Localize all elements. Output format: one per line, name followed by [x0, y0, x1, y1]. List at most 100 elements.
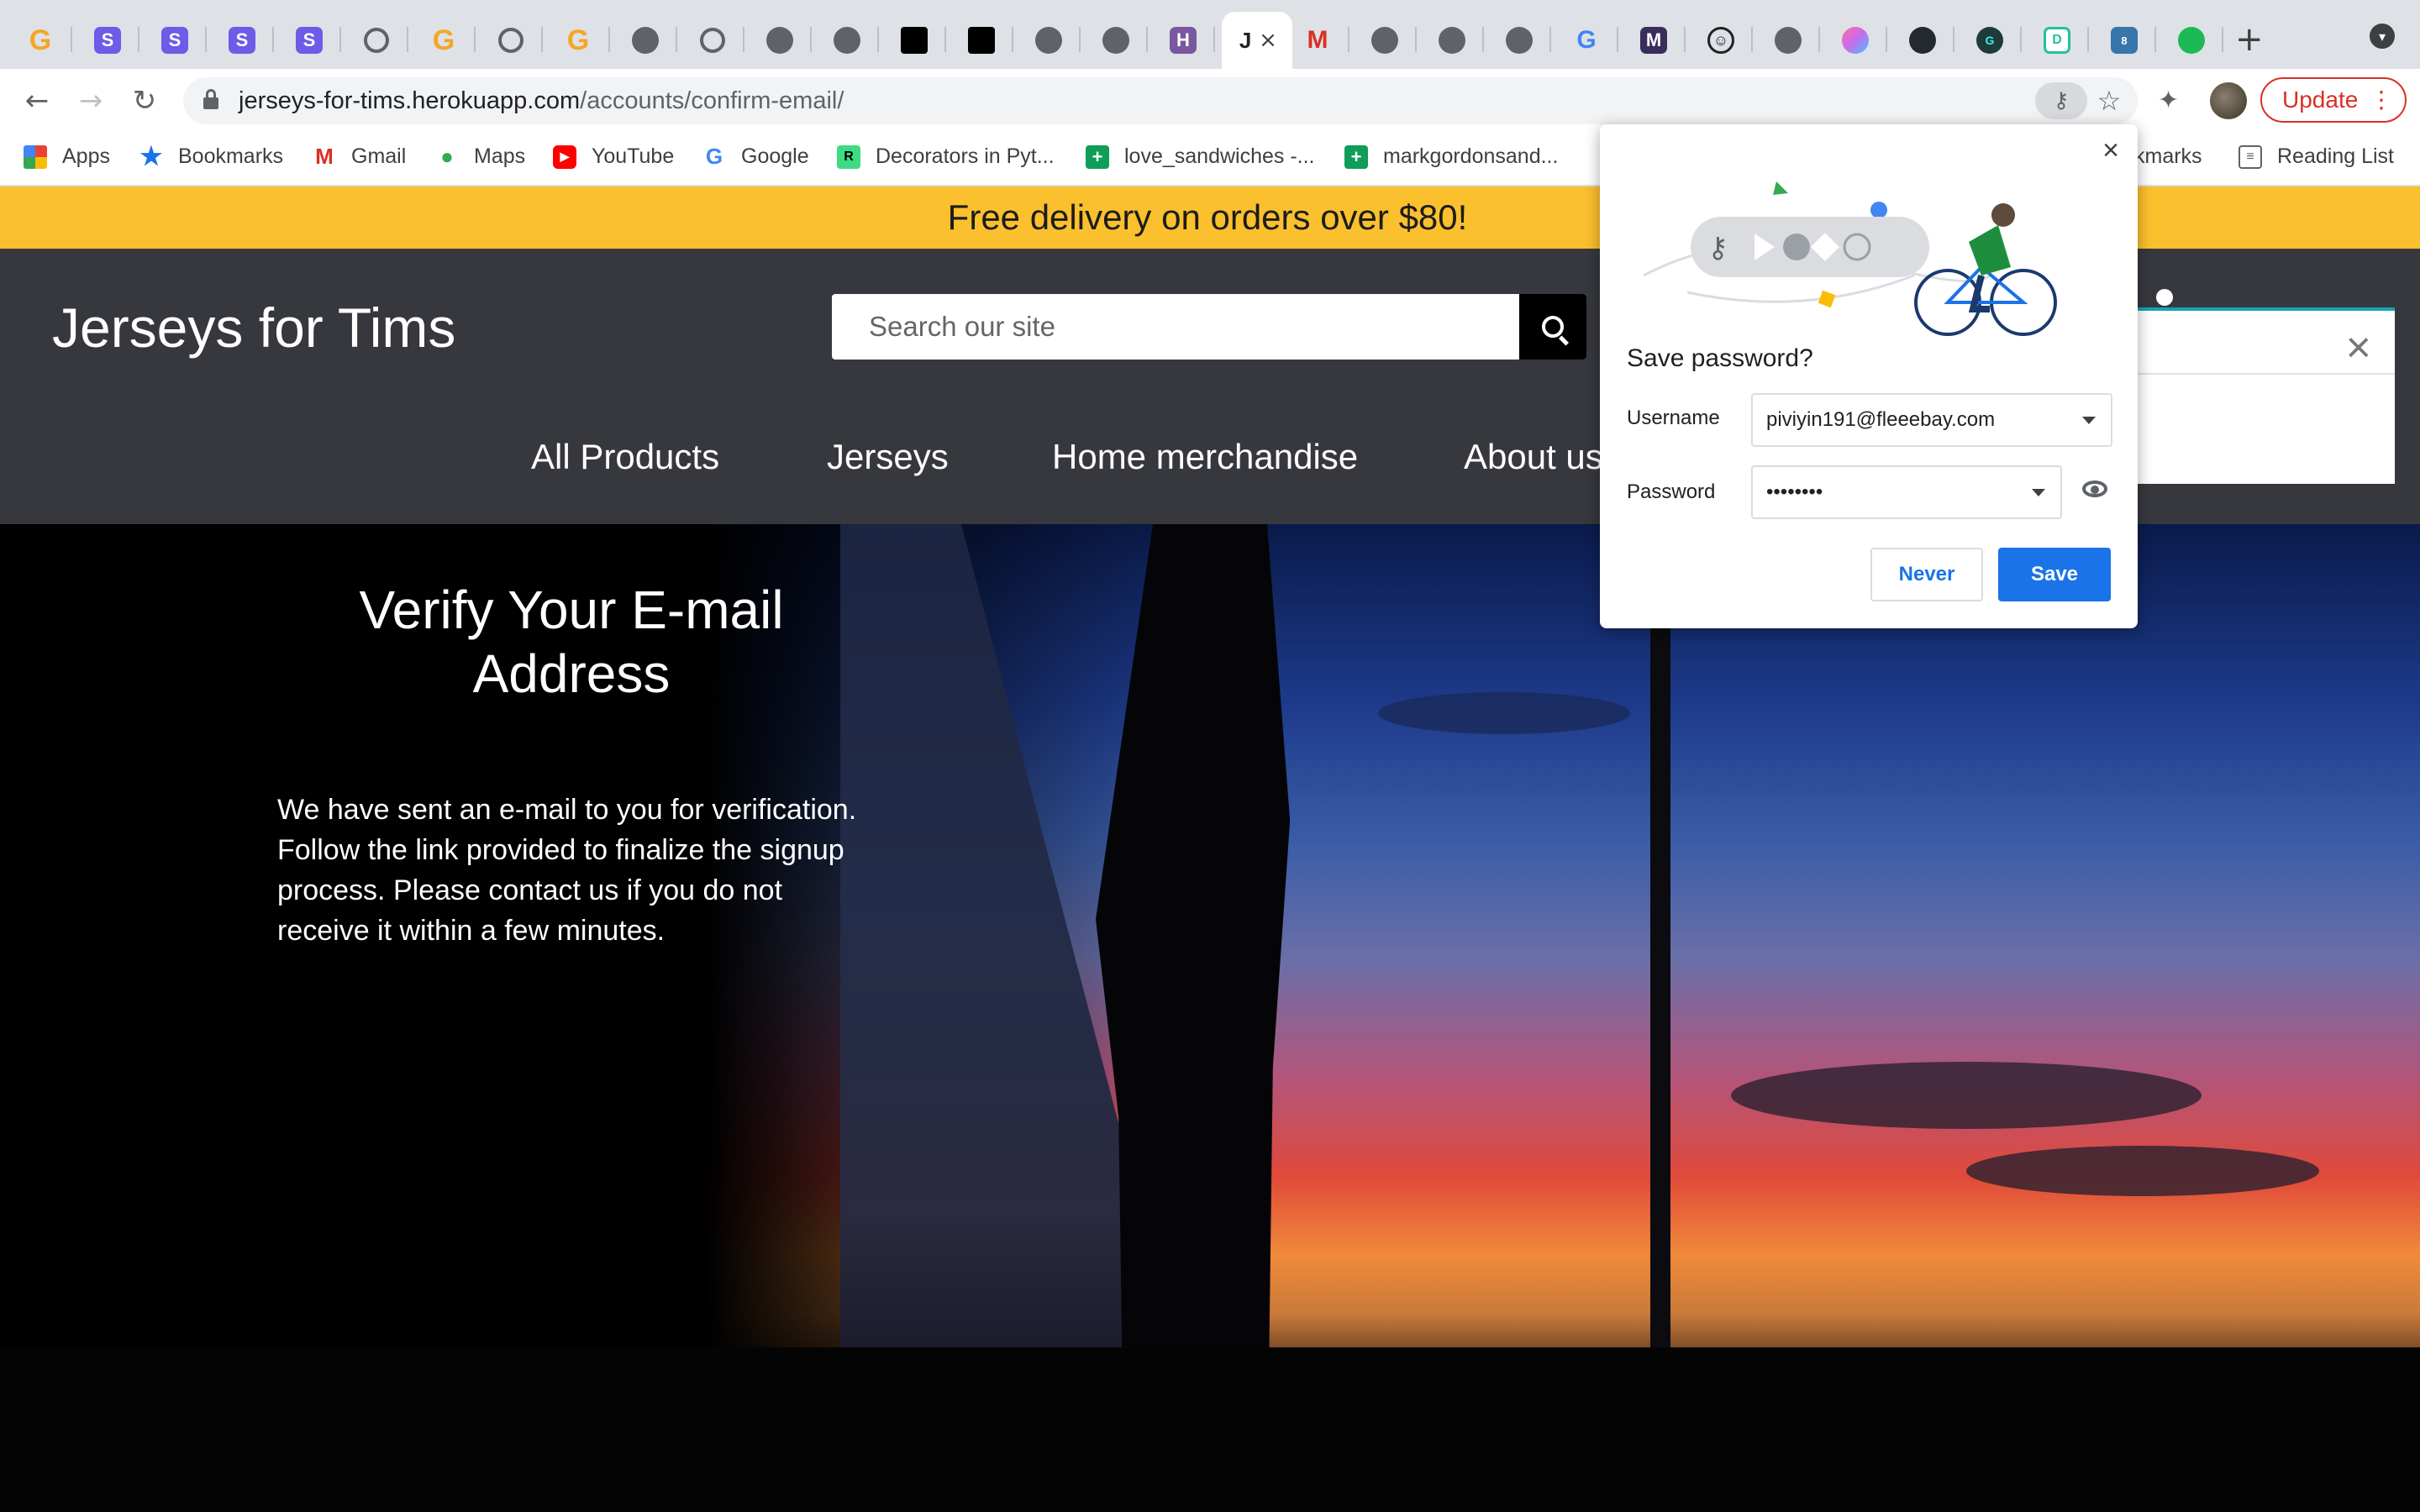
site-icon: R — [837, 144, 860, 169]
spotify-icon — [2178, 27, 2205, 54]
nav-about-us[interactable]: About us — [1464, 437, 1603, 477]
tab-github-2[interactable] — [479, 12, 543, 69]
tab-active[interactable]: J × — [1222, 12, 1292, 69]
tab-s-3[interactable]: S — [210, 12, 274, 69]
password-illustration: ⚷ — [1643, 181, 2057, 336]
tab-heroku[interactable]: H — [1151, 12, 1215, 69]
tab-google[interactable]: G — [1555, 12, 1618, 69]
site-logo[interactable]: Jerseys for Tims — [52, 296, 455, 360]
bookmark-apps[interactable]: Apps — [24, 144, 110, 169]
tab-s-1[interactable]: S — [76, 12, 139, 69]
key-icon[interactable]: ⚷ — [2035, 82, 2087, 119]
url-text[interactable]: jerseys-for-tims.herokuapp.com/accounts/… — [239, 87, 844, 115]
github-icon — [498, 28, 523, 53]
tab-search-icon[interactable]: ▾ — [2370, 24, 2395, 49]
tab-smiley[interactable]: ☺ — [1689, 12, 1753, 69]
tab-github-1[interactable] — [345, 12, 408, 69]
back-icon[interactable]: ← — [18, 82, 55, 119]
stripe-icon: S — [229, 27, 255, 54]
new-tab-icon[interactable]: + — [2235, 20, 2264, 59]
gmail-icon: M — [1307, 26, 1328, 54]
bookmark-star-icon[interactable]: ☆ — [2091, 82, 2128, 119]
lock-icon[interactable] — [203, 89, 218, 109]
bookmark-bookmarks[interactable]: ★ Bookmarks — [139, 143, 284, 171]
tab-globe-9[interactable] — [1756, 12, 1820, 69]
heroku-icon: H — [1170, 27, 1197, 54]
google-icon: G — [1576, 26, 1597, 54]
tab-globe-8[interactable] — [1487, 12, 1551, 69]
globe-icon — [1439, 27, 1465, 54]
tab-globe-1[interactable] — [613, 12, 677, 69]
password-field[interactable]: •••••••• — [1751, 465, 2062, 519]
tab-globe-6[interactable] — [1353, 12, 1417, 69]
never-button[interactable]: Never — [1870, 548, 1983, 601]
bookmark-google[interactable]: G Google — [702, 144, 809, 169]
gmail-icon: M — [315, 144, 334, 169]
search-input[interactable] — [832, 294, 1521, 360]
pep8-icon: 8 — [2111, 27, 2138, 54]
close-tab-icon[interactable]: × — [1259, 28, 1277, 53]
bookmark-other[interactable]: kmarks — [2134, 144, 2202, 169]
tab-gmail[interactable]: M — [1286, 12, 1349, 69]
username-field[interactable]: piviyin191@fleeebay.com — [1751, 393, 2112, 447]
nav-jerseys[interactable]: Jerseys — [827, 437, 949, 477]
reading-list-icon: ≡ — [2238, 144, 2262, 169]
username-value: piviyin191@fleeebay.com — [1766, 408, 1996, 431]
avatar[interactable] — [2210, 82, 2247, 119]
tab-grammarly-2[interactable]: G — [412, 12, 476, 69]
tab-github-4[interactable] — [1891, 12, 1954, 69]
tab-globe-2[interactable] — [748, 12, 812, 69]
globe-icon — [1035, 27, 1062, 54]
apps-grid-icon — [24, 144, 47, 169]
tab-globe-3[interactable] — [815, 12, 879, 69]
bookmark-decorators[interactable]: R Decorators in Pyt... — [837, 144, 1055, 169]
tab-globe-7[interactable] — [1420, 12, 1484, 69]
youtube-icon: ▶ — [553, 144, 576, 169]
tab-github-3[interactable] — [681, 12, 744, 69]
star-icon: ★ — [139, 143, 163, 171]
nav-home-merchandise[interactable]: Home merchandise — [1052, 437, 1358, 477]
tab-globe-4[interactable] — [1017, 12, 1081, 69]
page-title: Verify Your E-mail Address — [359, 580, 784, 704]
chevron-down-icon[interactable] — [2032, 489, 2045, 496]
tab-d[interactable]: D — [2025, 12, 2089, 69]
menu-dots-icon[interactable]: ⋮ — [2370, 86, 2393, 113]
bookmark-gmail[interactable]: M Gmail — [313, 144, 406, 169]
tab-grammarly-3[interactable]: G — [546, 12, 610, 69]
tab-grammarly[interactable]: G — [8, 12, 72, 69]
d-site-icon: D — [2044, 27, 2070, 54]
verify-message: We have sent an e-mail to you for verifi… — [277, 794, 857, 947]
show-password-icon[interactable] — [2082, 480, 2107, 497]
tab-codeinstitute-1[interactable] — [882, 12, 946, 69]
tab-spotify[interactable] — [2160, 12, 2223, 69]
bookmark-markgordon[interactable]: + markgordonsand... — [1344, 144, 1558, 169]
github-icon — [364, 28, 389, 53]
tab-pep8[interactable]: 8 — [2092, 12, 2156, 69]
bookmark-love-sandwiches[interactable]: + love_sandwiches -... — [1086, 144, 1315, 169]
chevron-down-icon[interactable] — [2082, 417, 2096, 424]
tab-m[interactable]: M — [1622, 12, 1686, 69]
bookmark-reading-list[interactable]: ≡ Reading List — [2238, 144, 2394, 169]
toast-close-icon[interactable]: × — [2346, 323, 2371, 373]
circle-site-icon: G — [1976, 27, 2003, 54]
reload-icon[interactable]: ↻ — [126, 82, 163, 119]
bookmark-maps[interactable]: ● Maps — [435, 144, 525, 169]
tab-codeinstitute-2[interactable] — [950, 12, 1013, 69]
address-bar[interactable]: jerseys-for-tims.herokuapp.com/accounts/… — [183, 77, 2138, 124]
extensions-icon[interactable]: ✦ — [2158, 86, 2188, 116]
tab-globe-5[interactable] — [1084, 12, 1148, 69]
code-institute-icon — [968, 27, 995, 54]
nav-all-products[interactable]: All Products — [531, 437, 719, 477]
account-icon[interactable] — [2156, 289, 2173, 306]
search-button[interactable] — [1519, 294, 1586, 360]
tab-rainbow[interactable] — [1823, 12, 1887, 69]
tab-s-2[interactable]: S — [143, 12, 207, 69]
bookmark-youtube[interactable]: ▶ YouTube — [553, 144, 674, 169]
save-button[interactable]: Save — [1998, 548, 2111, 601]
tab-s-4[interactable]: S — [277, 12, 341, 69]
tab-circle[interactable]: G — [1958, 12, 2022, 69]
globe-icon — [1775, 27, 1802, 54]
forward-icon[interactable]: → — [72, 82, 109, 119]
globe-icon — [1506, 27, 1533, 54]
update-button[interactable]: Update ⋮ — [2260, 77, 2407, 123]
